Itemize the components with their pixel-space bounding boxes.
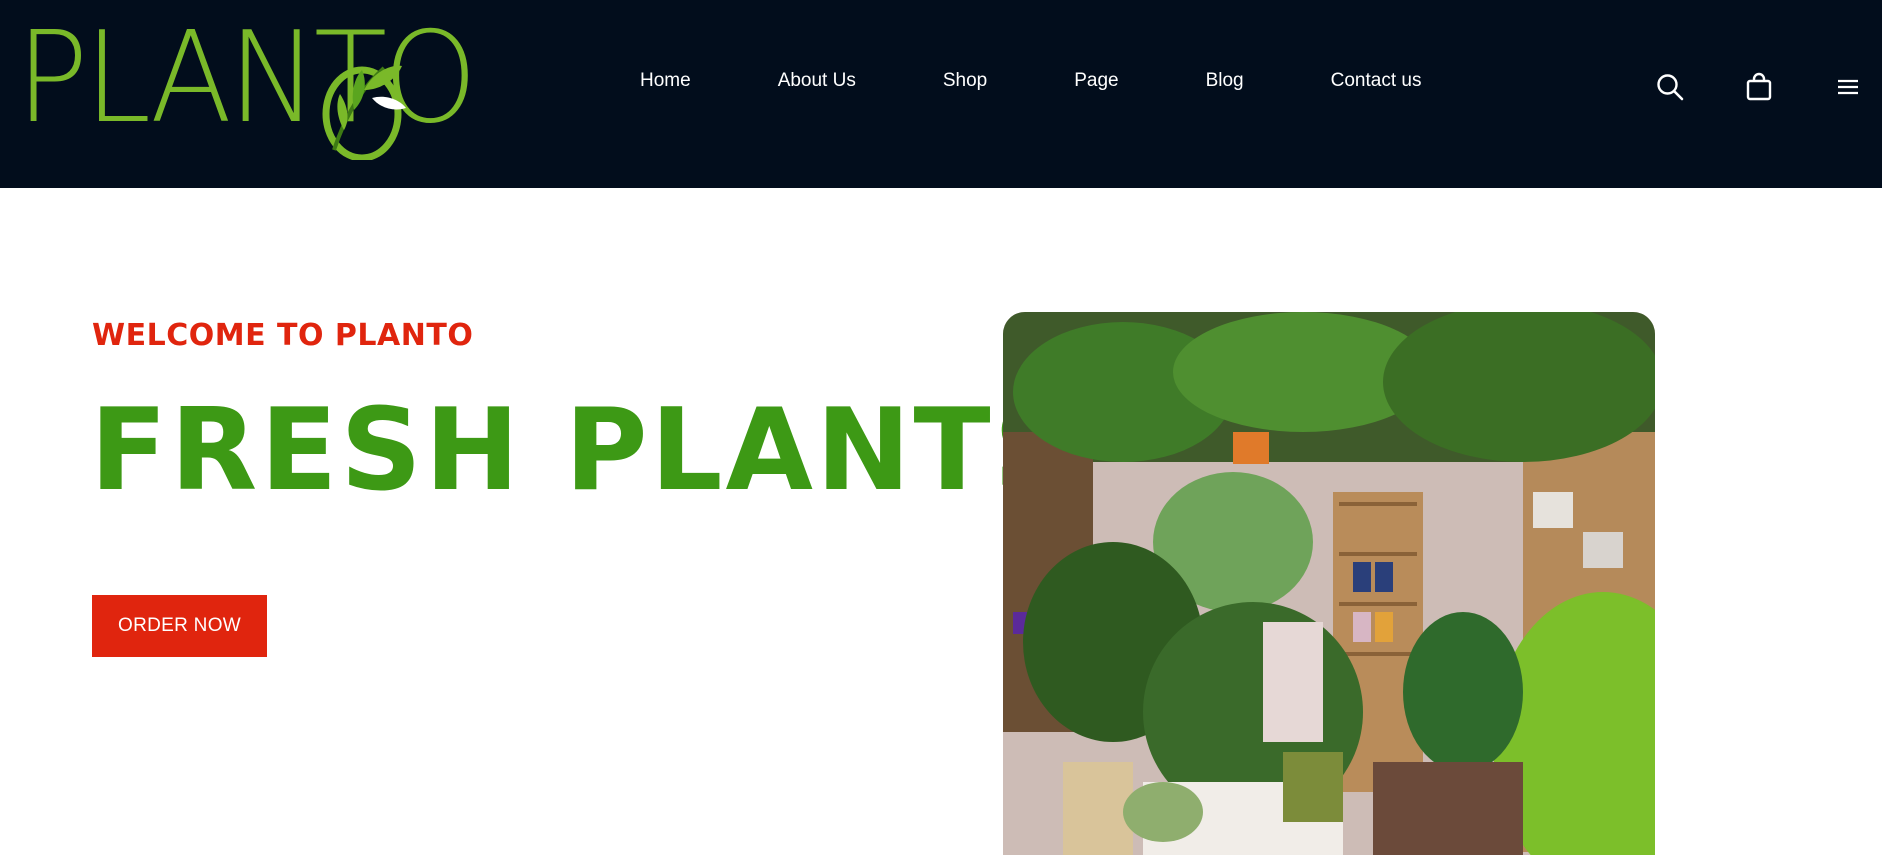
main-nav: Home About Us Shop Page Blog Contact us [640,66,1421,96]
nav-blog[interactable]: Blog [1206,66,1244,96]
leaf-logo-icon [322,65,406,160]
site-header: PLANTO Home About Us Shop Page Blog Cont… [0,0,1882,188]
nav-home[interactable]: Home [640,66,691,96]
shopping-bag-icon[interactable] [1744,72,1774,102]
nav-about-us[interactable]: About Us [778,66,856,96]
planto-logo[interactable]: PLANTO [14,15,478,160]
plant-shop-photo [1003,312,1655,855]
welcome-eyebrow: WELCOME TO PLANTO [92,318,474,353]
nav-shop[interactable]: Shop [943,66,987,96]
order-now-button[interactable]: ORDER NOW [92,595,267,657]
hamburger-menu-icon[interactable] [1833,72,1863,102]
nav-page[interactable]: Page [1074,66,1118,96]
search-icon[interactable] [1655,72,1685,102]
hero-headline: FRESH PLANTS [90,384,1079,516]
nav-contact-us[interactable]: Contact us [1331,66,1422,96]
